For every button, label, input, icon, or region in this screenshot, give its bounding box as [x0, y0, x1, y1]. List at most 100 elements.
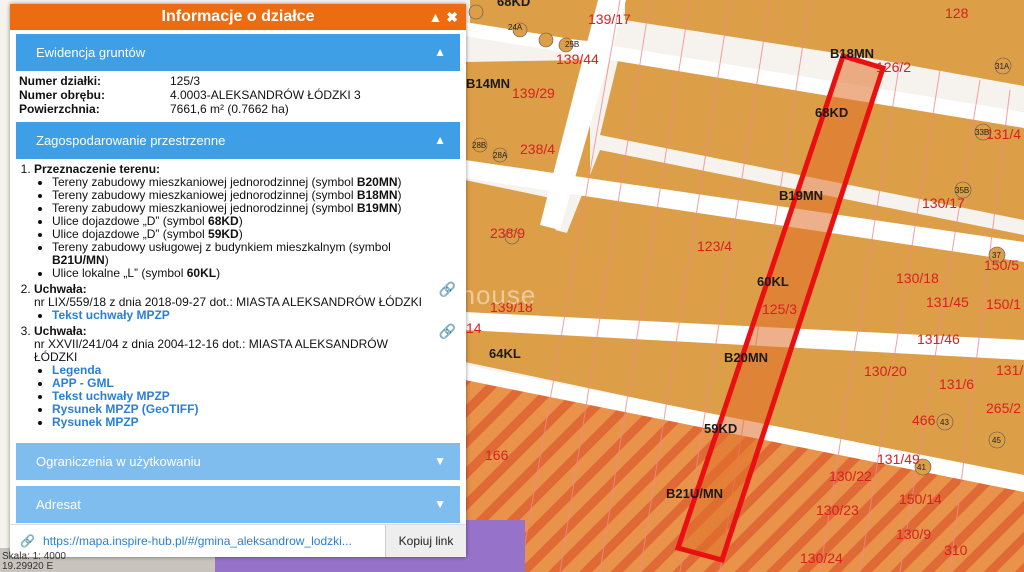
parcel-label: 139/17	[588, 11, 631, 27]
document-link-item: Rysunek MPZP	[52, 416, 426, 429]
document-link-item: Tekst uchwały MPZP	[52, 309, 426, 322]
svg-text:28A: 28A	[493, 151, 508, 160]
parcel-label: 131/45	[926, 294, 969, 310]
land-use-end: )	[238, 227, 243, 241]
copy-link-button[interactable]: Kopiuj link	[385, 525, 466, 557]
area-value: 7661,6 m² (0.7662 ha)	[170, 102, 289, 116]
resolution-links: LegendaAPP - GMLTekst uchwały MPZPRysune…	[34, 364, 426, 429]
zone-label-b18mn: B18MN	[830, 46, 874, 61]
chevron-down-icon: ▼	[434, 497, 446, 511]
parcel-label: 130/17	[922, 195, 965, 211]
section-ewidencja[interactable]: Ewidencja gruntów ▲	[16, 34, 460, 71]
parcel-label: 125/3	[762, 301, 797, 317]
ewidencja-details: Numer działki: 125/3 Numer obrębu: 4.0003-…	[10, 71, 466, 116]
zone-label-b21umn: B21U/MN	[666, 486, 723, 501]
label-precinct-number: Numer obrębu:	[19, 88, 106, 102]
land-use-text: Ulice dojazdowe „D” (symbol	[52, 227, 209, 241]
collapse-all-icon[interactable]: ▲	[429, 9, 443, 25]
parcel-label: 238/9	[490, 225, 525, 241]
parcel-label: 126/2	[876, 59, 911, 75]
land-use-end: )	[397, 175, 402, 189]
parcel-label: 123/4	[697, 238, 732, 254]
parcel-label: 131/4	[986, 126, 1021, 142]
panel-title: Informacje o działce	[161, 8, 315, 25]
parcel-label: 128	[945, 5, 969, 21]
parcel-label: 131/49	[877, 451, 920, 467]
share-link-bar: 🔗 https://mapa.inspire-hub.pl/#/gmina_al…	[10, 524, 466, 557]
document-link[interactable]: Legenda	[52, 363, 101, 377]
link-icon[interactable]: 🔗	[439, 282, 456, 296]
precinct-number: 4.0003-ALEKSANDRÓW ŁÓDZKI 3	[170, 88, 361, 102]
land-use-text: Tereny zabudowy mieszkaniowej jednorodzi…	[52, 188, 357, 202]
svg-text:31A: 31A	[995, 62, 1010, 71]
zone-label-b19mn: B19MN	[779, 188, 823, 203]
parcel-label: 166	[485, 447, 509, 463]
land-use-end: )	[104, 253, 109, 267]
svg-text:25B: 25B	[565, 40, 579, 49]
land-use-text: Tereny zabudowy mieszkaniowej jednorodzi…	[52, 201, 357, 215]
parcel-label: 130/20	[864, 363, 907, 379]
land-use-title: Przeznaczenie terenu:	[34, 162, 161, 176]
land-use-symbol: B21U/MN	[52, 253, 105, 267]
parcel-label: 139/29	[512, 85, 555, 101]
parcel-label: 265/2	[986, 400, 1021, 416]
parcel-label: 130/23	[816, 502, 859, 518]
parcel-label: 150/14	[899, 491, 942, 507]
parcel-label: 130/24	[800, 550, 843, 566]
parcel-info-panel: Informacje o działce ▲ ✖ Ewidencja grunt…	[10, 4, 466, 557]
section-ograniczenia[interactable]: Ograniczenia w użytkowaniu ▼	[16, 443, 460, 480]
label-parcel-number: Numer działki:	[19, 74, 102, 88]
document-link[interactable]: Rysunek MPZP (GeoTIFF)	[52, 402, 198, 416]
land-use-item: Ulice lokalne „L” (symbol 60KL)	[52, 267, 426, 280]
resolution-links: Tekst uchwały MPZP	[34, 309, 426, 322]
section-zagospodarowanie[interactable]: Zagospodarowanie przestrzenne ▲	[16, 122, 460, 159]
scale-info: Skala: 1: 4000 19.29920 E	[2, 552, 66, 572]
link-icon: 🔗	[20, 534, 35, 548]
parcel-label: 150/1	[986, 296, 1021, 312]
zone-label-68kd-top: 68KD	[497, 0, 530, 9]
land-use-symbol: 68KD	[208, 214, 239, 228]
parcel-number: 125/3	[170, 74, 201, 88]
panel-header: Informacje o działce ▲ ✖	[10, 4, 466, 30]
document-link[interactable]: Rysunek MPZP	[52, 415, 139, 429]
land-use-symbol: 60KL	[186, 266, 217, 280]
chevron-down-icon: ▼	[434, 454, 446, 468]
svg-text:43: 43	[940, 418, 949, 427]
link-icon[interactable]: 🔗	[439, 324, 456, 338]
share-url[interactable]: https://mapa.inspire-hub.pl/#/gmina_alek…	[35, 534, 385, 548]
zoning-details: Przeznaczenie terenu: Tereny zabudowy mi…	[10, 159, 466, 429]
parcel-label: 130/9	[896, 526, 931, 542]
svg-text:45: 45	[992, 436, 1001, 445]
section-adresat[interactable]: Adresat ▼	[16, 486, 460, 523]
parcel-label: 130/18	[896, 270, 939, 286]
parcel-label: 310	[944, 542, 968, 558]
zone-label-60kl: 60KL	[757, 274, 789, 289]
parcel-label: 131/6	[939, 376, 974, 392]
zone-label-59kd: 59KD	[704, 421, 737, 436]
zone-label-68kd: 68KD	[815, 105, 848, 120]
parcel-label: 150/5	[984, 257, 1019, 273]
land-use-text: Ulice dojazdowe „D” (symbol	[52, 214, 209, 228]
parcel-label: 131/	[996, 362, 1023, 378]
document-link[interactable]: Tekst uchwały MPZP	[52, 308, 170, 322]
land-use-symbol: B18MN	[356, 188, 398, 202]
land-use-end: )	[216, 266, 221, 280]
document-link[interactable]: APP - GML	[52, 376, 114, 390]
land-use-text: Tereny zabudowy usługowej z budynkiem mi…	[52, 240, 391, 254]
parcel-label: 130/22	[829, 468, 872, 484]
coords-text: 19.29920 E	[2, 561, 54, 572]
resolution-title: Uchwała:	[34, 324, 87, 338]
land-use-symbol: B20MN	[356, 175, 398, 189]
close-icon[interactable]: ✖	[446, 9, 458, 25]
svg-text:35B: 35B	[955, 186, 969, 195]
zone-label-b20mn: B20MN	[724, 350, 768, 365]
section-title: Ewidencja gruntów	[36, 45, 146, 60]
parcel-label: 131/46	[917, 331, 960, 347]
zone-label-64kl: 64KL	[489, 346, 521, 361]
section-title: Zagospodarowanie przestrzenne	[36, 133, 226, 148]
resolution-title: Uchwała:	[34, 282, 87, 296]
land-use-symbol: 59KD	[208, 227, 239, 241]
document-link[interactable]: Tekst uchwały MPZP	[52, 389, 170, 403]
parcel-label: 238/4	[520, 141, 555, 157]
section-title: Adresat	[36, 497, 81, 512]
